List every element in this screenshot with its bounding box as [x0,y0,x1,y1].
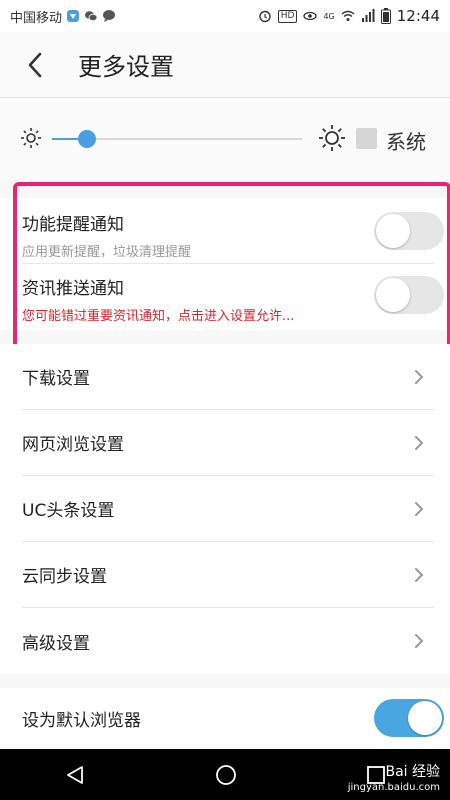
network-badge: 4G [323,11,335,21]
chevron-left-icon [28,52,42,77]
wifi-icon [341,10,355,21]
system-brightness-checkbox[interactable] [356,128,377,149]
page-title: 更多设置 [78,53,174,81]
brightness-high-icon [319,125,345,151]
status-bar-right: HD 4G 12:44 [258,7,440,25]
toggle-knob [408,701,442,735]
brightness-control [0,98,450,180]
system-brightness-label: 系统 [386,130,426,154]
notification-title: 资讯推送通知 [22,279,124,299]
default-browser-row[interactable]: 设为默认浏览器 [22,688,444,749]
notification-warning: 您可能错过重要资讯通知，点击进入设置允许... [22,309,295,324]
menu-item-label: 云同步设置 [22,567,107,587]
menu-item-browsing-settings[interactable]: 网页浏览设置 [22,410,434,476]
alarm-icon [259,10,271,23]
home-circle-icon[interactable] [215,764,237,786]
menu-item-cloud-sync-settings[interactable]: 云同步设置 [22,542,434,608]
signal-icon [361,9,375,22]
hd-badge: HD [277,9,298,23]
wechat-icon [85,11,98,22]
notification-row-feature[interactable]: 功能提醒通知 应用更新提醒，垃圾清理提醒 [22,198,444,264]
watermark-brand: Bai 经验 [385,764,440,780]
chevron-right-icon [415,568,424,582]
menu-item-label: 网页浏览设置 [22,435,124,455]
system-navigation-bar: Bai 经验 jingyan.baidu.com [0,749,450,800]
toggle-knob [376,278,410,312]
default-browser-label: 设为默认浏览器 [22,711,141,731]
menu-item-label: UC头条设置 [22,501,115,521]
default-browser-toggle[interactable] [374,699,444,737]
chevron-right-icon [415,436,424,450]
toggle-knob [376,214,410,248]
status-bar-left: 中国移动 [10,7,116,26]
settings-menu-card: 下载设置 网页浏览设置 UC头条设置 云同步设置 高级设置 [0,344,450,674]
app-bar: 更多设置 [0,32,450,98]
brightness-slider[interactable] [52,130,302,148]
notification-app-icon [67,10,80,22]
watermark-domain: jingyan.baidu.com [347,782,440,793]
news-notification-toggle[interactable] [374,276,444,314]
status-bar: 中国移动 HD 4G 12:44 [0,0,450,32]
carrier-label: 中国移动 [10,10,63,26]
battery-icon [380,8,391,24]
menu-item-download-settings[interactable]: 下载设置 [22,344,434,410]
notification-title: 功能提醒通知 [22,215,124,235]
chevron-right-icon [415,634,424,648]
notification-settings-card: 功能提醒通知 应用更新提醒，垃圾清理提醒 资讯推送通知 您可能错过重要资讯通知，… [0,198,450,330]
slider-thumb[interactable] [78,130,96,148]
eye-icon [303,11,318,21]
menu-item-advanced-settings[interactable]: 高级设置 [22,608,434,674]
clock: 12:44 [396,7,440,25]
back-triangle-icon[interactable] [64,764,86,786]
menu-item-label: 高级设置 [22,633,90,654]
message-icon [103,10,116,22]
chevron-right-icon [415,502,424,516]
menu-item-label: 下载设置 [22,369,90,389]
chevron-right-icon [415,370,424,384]
notification-row-news[interactable]: 资讯推送通知 您可能错过重要资讯通知，点击进入设置允许... [22,264,444,330]
notification-subtitle: 应用更新提醒，垃圾清理提醒 [22,245,192,260]
menu-item-uc-headlines-settings[interactable]: UC头条设置 [22,476,434,542]
brightness-low-icon [21,128,41,148]
watermark: Bai 经验 jingyan.baidu.com [348,764,440,796]
feature-notification-toggle[interactable] [374,212,444,250]
default-browser-card: 设为默认浏览器 [0,688,450,749]
back-button[interactable] [0,32,70,98]
